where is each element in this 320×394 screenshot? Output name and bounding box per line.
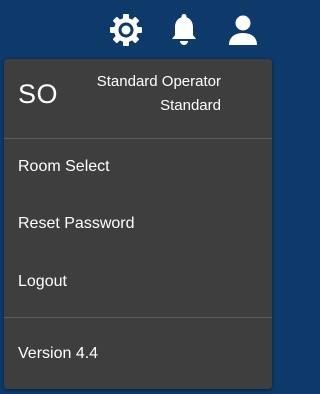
menu-item-label: Logout [18, 273, 67, 290]
menu-item-reset-password[interactable]: Reset Password [4, 200, 272, 248]
menu-item-label: Room Select [18, 158, 110, 175]
top-bar [0, 0, 276, 58]
notifications-button[interactable] [164, 10, 204, 50]
version-label: Version 4.4 [18, 345, 99, 362]
user-dropdown-menu: SO Standard Operator Standard Room Selec… [4, 59, 272, 389]
settings-button[interactable] [106, 10, 146, 50]
user-role: Standard [160, 97, 221, 114]
profile-header: SO Standard Operator Standard [4, 59, 272, 138]
divider [4, 317, 272, 318]
notification-bell-icon [172, 14, 196, 45]
menu-item-logout[interactable]: Logout [4, 258, 272, 306]
divider [4, 138, 272, 139]
settings-icon [110, 14, 142, 46]
user-profile-button[interactable] [223, 10, 263, 50]
user-initials-avatar: SO [18, 79, 59, 109]
menu-item-label: Reset Password [18, 215, 135, 232]
user-name: Standard Operator [96, 73, 221, 90]
user-icon [229, 15, 257, 45]
menu-item-room-select[interactable]: Room Select [4, 143, 272, 191]
